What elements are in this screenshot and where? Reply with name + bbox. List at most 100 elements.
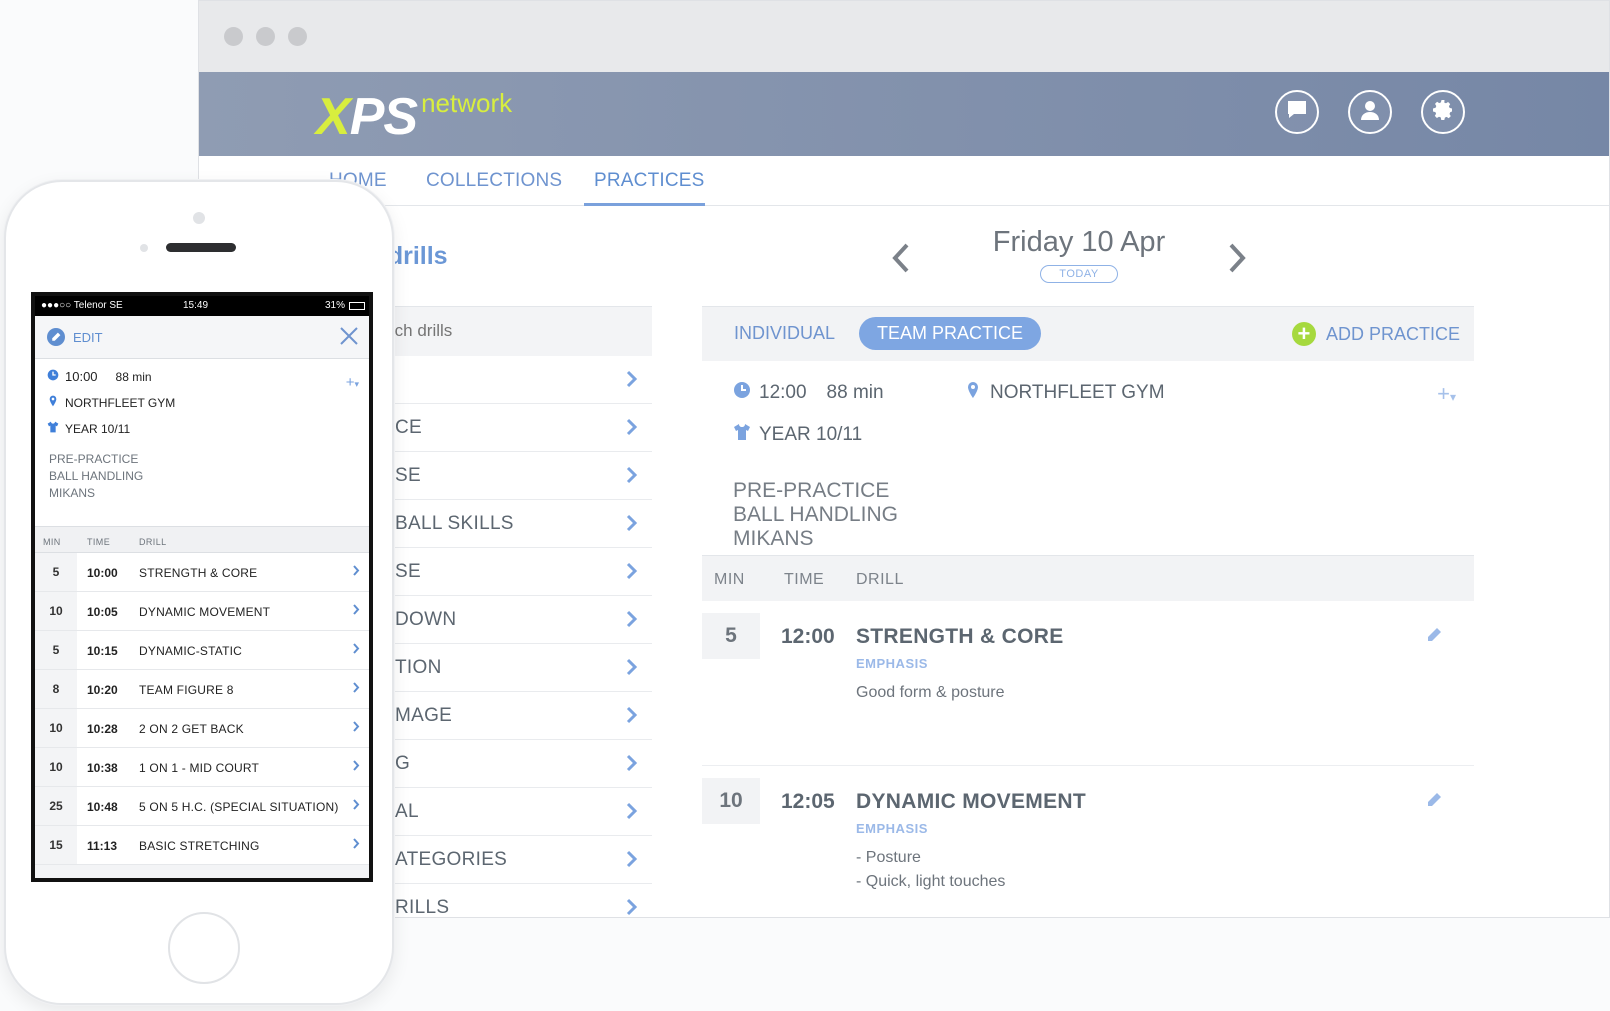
- phone-drill-time: 11:13: [87, 839, 118, 853]
- chevron-right-icon: [353, 643, 361, 655]
- profile-button[interactable]: [1348, 90, 1392, 134]
- chevron-right-icon: [626, 610, 638, 628]
- phone-front-sensor: [140, 244, 148, 252]
- list-item[interactable]: 15 11:13 BASIC STRETCHING: [35, 826, 369, 865]
- phone-close-button[interactable]: [339, 326, 359, 346]
- add-practice-button[interactable]: + ADD PRACTICE: [1291, 322, 1460, 346]
- chevron-right-icon: [353, 565, 361, 577]
- phone-team-row: YEAR 10/11: [47, 421, 130, 436]
- phone-drill-minutes: 8: [35, 670, 77, 708]
- clock-icon: [47, 369, 59, 384]
- drill-category-list: CE SE BALL SKILLS SE DOWN TION MAGE G AL…: [367, 356, 652, 917]
- drill-minutes: 10: [702, 778, 760, 824]
- edit-drill-button[interactable]: [1426, 792, 1442, 808]
- xps-logo[interactable]: XPS network: [316, 88, 512, 143]
- window-minimize-dot[interactable]: [256, 27, 275, 46]
- today-button[interactable]: TODAY: [1040, 265, 1118, 283]
- shirt-icon: [733, 423, 751, 447]
- list-item[interactable]: 10 10:05 DYNAMIC MOVEMENT: [35, 592, 369, 631]
- chevron-right-icon: [626, 418, 638, 436]
- drill-category-item[interactable]: DOWN: [367, 596, 652, 644]
- tab-practices[interactable]: PRACTICES: [594, 170, 705, 192]
- drill-category-item[interactable]: AL: [367, 788, 652, 836]
- column-drill: DRILL: [856, 571, 904, 588]
- chevron-right-icon: [626, 514, 638, 532]
- next-day-button[interactable]: [1227, 242, 1247, 274]
- chevron-right-icon: [626, 466, 638, 484]
- chevron-right-icon: [353, 604, 361, 616]
- phone-drill-time: 10:28: [87, 722, 118, 736]
- table-row[interactable]: 5 12:00 STRENGTH & CORE EMPHASIS Good fo…: [702, 601, 1474, 766]
- phone-column-time: TIME: [87, 537, 111, 547]
- practice-location: NORTHFLEET GYM: [990, 382, 1165, 403]
- phone-location-row: NORTHFLEET GYM: [47, 395, 175, 410]
- practice-type-tabs: INDIVIDUAL TEAM PRACTICE + ADD PRACTICE: [702, 306, 1474, 361]
- chevron-right-icon: [353, 760, 361, 772]
- drill-emphasis-label: EMPHASIS: [856, 656, 928, 671]
- add-drill-dropdown[interactable]: +▾: [1437, 381, 1456, 407]
- current-date: Friday 10 Apr: [992, 226, 1166, 258]
- list-item[interactable]: 5 10:15 DYNAMIC-STATIC: [35, 631, 369, 670]
- phone-drill-name: 1 ON 1 - MID COURT: [139, 761, 260, 775]
- list-item[interactable]: 8 10:20 TEAM FIGURE 8: [35, 670, 369, 709]
- settings-button[interactable]: [1421, 90, 1465, 134]
- edit-drill-button[interactable]: [1426, 627, 1442, 643]
- drill-category-item[interactable]: CE: [367, 404, 652, 452]
- drill-description-line: - Posture: [856, 849, 921, 866]
- tab-individual[interactable]: INDIVIDUAL: [734, 323, 835, 344]
- pencil-icon: [1428, 793, 1441, 806]
- add-practice-label: ADD PRACTICE: [1325, 323, 1460, 344]
- list-item[interactable]: 5 10:00 STRENGTH & CORE: [35, 553, 369, 592]
- drill-search: [367, 306, 652, 356]
- chevron-right-icon: [626, 850, 638, 868]
- phone-screen: ●●●○○ Telenor SE 15:49 31% EDIT 10:00 88…: [31, 292, 373, 882]
- phone-drill-minutes: 25: [35, 787, 77, 825]
- phone-drill-time: 10:15: [87, 644, 118, 658]
- phone-toolbar: EDIT: [35, 316, 369, 359]
- user-icon: [1358, 98, 1382, 127]
- phone-drill-name: TEAM FIGURE 8: [139, 683, 234, 697]
- phone-edit-label: EDIT: [73, 329, 103, 345]
- drill-description: - Posture - Quick, light touches: [856, 846, 1005, 894]
- drill-category-item[interactable]: ATEGORIES: [367, 836, 652, 884]
- chevron-right-icon: [626, 658, 638, 676]
- phone-drill-minutes: 10: [35, 592, 77, 630]
- practice-notes: PRE-PRACTICE BALL HANDLING MIKANS: [733, 479, 898, 551]
- tab-team-practice[interactable]: TEAM PRACTICE: [859, 317, 1042, 350]
- list-item[interactable]: 10 10:28 2 ON 2 GET BACK: [35, 709, 369, 748]
- drill-category-item[interactable]: SE: [367, 548, 652, 596]
- drill-category-item[interactable]: RILLS: [367, 884, 652, 917]
- drill-search-input[interactable]: [367, 307, 652, 355]
- phone-drill-time: 10:05: [87, 605, 118, 619]
- phone-drill-time: 10:20: [87, 683, 118, 697]
- phone-practice-note: PRE-PRACTICE: [49, 452, 139, 466]
- phone-status-bar: ●●●○○ Telenor SE 15:49 31%: [35, 296, 369, 316]
- phone-drill-time: 10:48: [87, 800, 118, 814]
- phone-home-button[interactable]: [168, 912, 240, 984]
- list-item[interactable]: 10 10:38 1 ON 1 - MID COURT: [35, 748, 369, 787]
- drill-category-item[interactable]: TION: [367, 644, 652, 692]
- phone-mockup: ●●●○○ Telenor SE 15:49 31% EDIT 10:00 88…: [4, 180, 394, 1005]
- drill-category-item[interactable]: SE: [367, 452, 652, 500]
- chat-button[interactable]: [1275, 90, 1319, 134]
- chevron-right-icon: [626, 898, 638, 916]
- practice-duration: 88 min: [826, 382, 884, 403]
- pencil-icon: [1428, 628, 1441, 641]
- window-close-dot[interactable]: [224, 27, 243, 46]
- drill-category-item[interactable]: MAGE: [367, 692, 652, 740]
- tab-collections[interactable]: COLLECTIONS: [426, 170, 562, 192]
- date-header: Friday 10 Apr TODAY: [899, 226, 1259, 283]
- phone-time-row: 10:00 88 min: [47, 369, 152, 384]
- phone-drill-minutes: 5: [35, 553, 77, 591]
- drill-category-item[interactable]: BALL SKILLS: [367, 500, 652, 548]
- drill-category-item[interactable]: [367, 356, 652, 404]
- list-item[interactable]: 25 10:48 5 ON 5 H.C. (SPECIAL SITUATION): [35, 787, 369, 826]
- phone-edit-button[interactable]: EDIT: [47, 328, 103, 346]
- drill-category-item[interactable]: G: [367, 740, 652, 788]
- table-row[interactable]: 10 12:05 DYNAMIC MOVEMENT EMPHASIS - Pos…: [702, 766, 1474, 917]
- battery-icon: [349, 302, 365, 310]
- practice-team-row: YEAR 10/11: [733, 423, 862, 447]
- phone-add-drill-dropdown[interactable]: +▾: [346, 374, 359, 391]
- drill-description-line: Good form & posture: [856, 684, 1005, 701]
- window-maximize-dot[interactable]: [288, 27, 307, 46]
